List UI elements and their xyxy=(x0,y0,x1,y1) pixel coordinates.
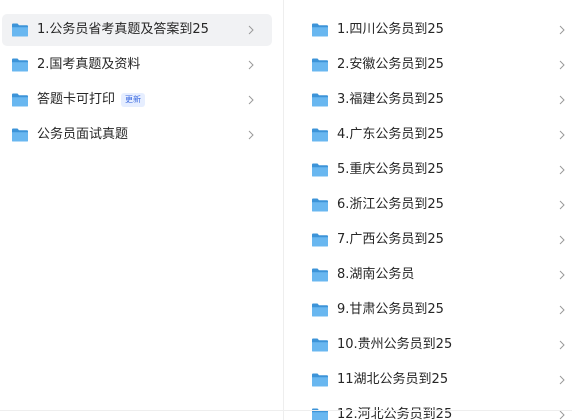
folder-label: 9.甘肃公务员到25 xyxy=(337,302,444,317)
folder-row-answer-sheet[interactable]: 答题卡可打印 更新 xyxy=(2,84,272,116)
folder-icon xyxy=(311,92,329,108)
folder-row-gansu[interactable]: 9.甘肃公务员到25 xyxy=(305,294,567,326)
folder-label: 答题卡可打印 xyxy=(37,92,116,107)
chevron-right-icon xyxy=(559,84,565,116)
pane-divider xyxy=(283,0,284,420)
update-badge: 更新 xyxy=(121,93,146,107)
folder-icon xyxy=(311,127,329,143)
chevron-right-icon xyxy=(559,189,565,221)
folder-row-guizhou[interactable]: 10.贵州公务员到25 xyxy=(305,329,567,361)
folder-icon xyxy=(311,57,329,73)
folder-row-national-exams[interactable]: 2.国考真题及资料 xyxy=(2,49,272,81)
chevron-right-icon xyxy=(248,14,254,46)
folder-icon xyxy=(311,302,329,318)
chevron-right-icon xyxy=(559,294,565,326)
folder-icon xyxy=(11,127,29,143)
bottom-divider xyxy=(0,410,572,411)
folder-row-hunan[interactable]: 8.湖南公务员 xyxy=(305,259,567,291)
folder-icon xyxy=(311,407,329,420)
folder-icon xyxy=(311,162,329,178)
folder-label: 2.安徽公务员到25 xyxy=(337,57,444,72)
left-folder-list: 1.公务员省考真题及答案到25 2.国考真题及资料 答题卡可打印 更新 公务员面… xyxy=(0,0,282,420)
folder-icon xyxy=(11,57,29,73)
folder-label: 2.国考真题及资料 xyxy=(37,57,141,72)
folder-row-zhejiang[interactable]: 6.浙江公务员到25 xyxy=(305,189,567,221)
folder-row-hubei[interactable]: 11湖北公务员到25 xyxy=(305,364,567,396)
chevron-right-icon xyxy=(559,14,565,46)
folder-row-fujian[interactable]: 3.福建公务员到25 xyxy=(305,84,567,116)
chevron-right-icon xyxy=(248,49,254,81)
chevron-right-icon xyxy=(559,259,565,291)
folder-icon xyxy=(311,267,329,283)
folder-label: 6.浙江公务员到25 xyxy=(337,197,444,212)
folder-icon xyxy=(311,22,329,38)
chevron-right-icon xyxy=(559,154,565,186)
folder-row-anhui[interactable]: 2.安徽公务员到25 xyxy=(305,49,567,81)
folder-icon xyxy=(311,337,329,353)
folder-label: 7.广西公务员到25 xyxy=(337,232,444,247)
folder-row-chongqing[interactable]: 5.重庆公务员到25 xyxy=(305,154,567,186)
chevron-right-icon xyxy=(248,84,254,116)
folder-label: 12.河北公务员到25 xyxy=(337,407,453,420)
folder-icon xyxy=(11,92,29,108)
folder-row-sichuan[interactable]: 1.四川公务员到25 xyxy=(305,14,567,46)
folder-label: 1.公务员省考真题及答案到25 xyxy=(37,22,209,37)
folder-label: 1.四川公务员到25 xyxy=(337,22,444,37)
folder-label: 10.贵州公务员到25 xyxy=(337,337,453,352)
folder-label: 11湖北公务员到25 xyxy=(337,372,449,387)
chevron-right-icon xyxy=(559,119,565,151)
chevron-right-icon xyxy=(559,224,565,256)
chevron-right-icon xyxy=(248,119,254,151)
chevron-right-icon xyxy=(559,329,565,361)
folder-label: 8.湖南公务员 xyxy=(337,267,415,282)
chevron-right-icon xyxy=(559,364,565,396)
right-folder-list: 1.四川公务员到25 2.安徽公务员到25 3.福建公务员到25 4.广东公务员… xyxy=(285,0,572,420)
folder-label: 4.广东公务员到25 xyxy=(337,127,444,142)
folder-label: 公务员面试真题 xyxy=(37,127,129,142)
folder-row-guangxi[interactable]: 7.广西公务员到25 xyxy=(305,224,567,256)
folder-label: 3.福建公务员到25 xyxy=(337,92,444,107)
folder-row-provincial-exams[interactable]: 1.公务员省考真题及答案到25 xyxy=(2,14,272,46)
folder-icon xyxy=(311,197,329,213)
folder-label: 5.重庆公务员到25 xyxy=(337,162,444,177)
folder-row-guangdong[interactable]: 4.广东公务员到25 xyxy=(305,119,567,151)
folder-icon xyxy=(11,22,29,38)
folder-row-interview[interactable]: 公务员面试真题 xyxy=(2,119,272,151)
folder-icon xyxy=(311,232,329,248)
folder-icon xyxy=(311,372,329,388)
chevron-right-icon xyxy=(559,49,565,81)
